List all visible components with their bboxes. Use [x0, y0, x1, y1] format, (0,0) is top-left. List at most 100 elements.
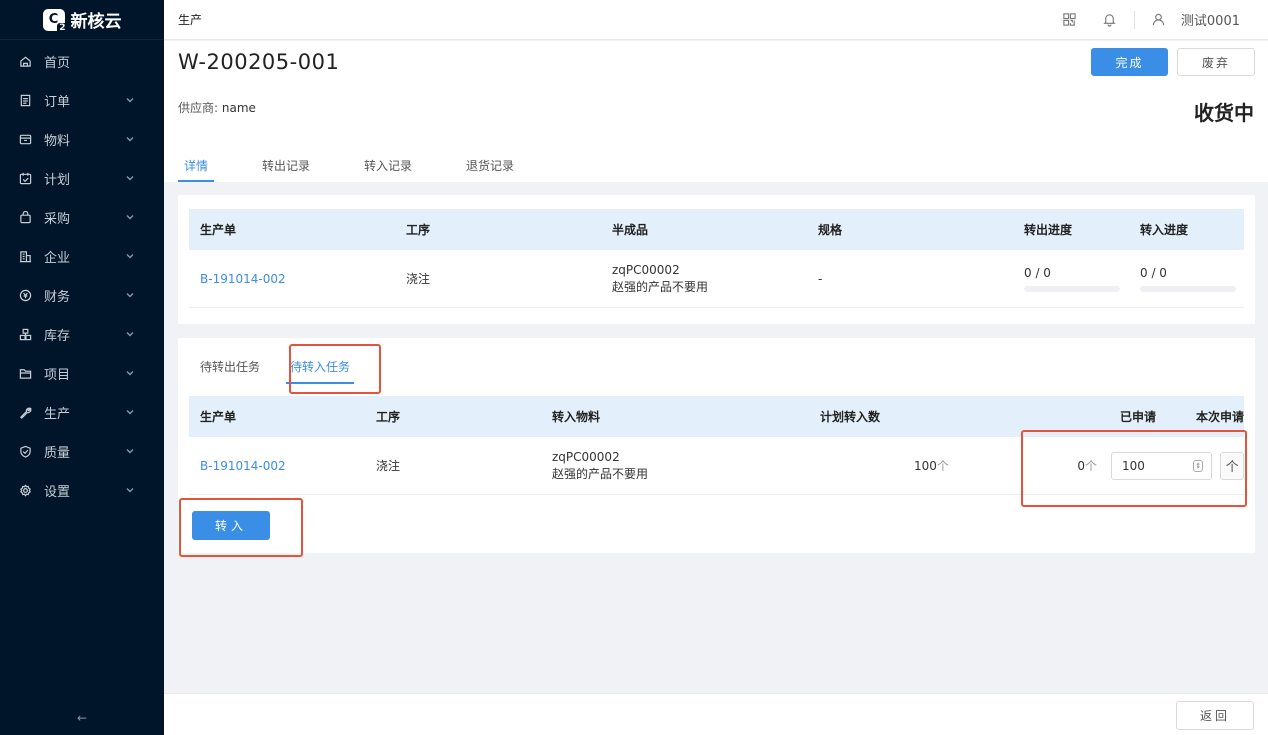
sidebar-item-order[interactable]: 订单 [0, 81, 164, 120]
order-icon [18, 94, 32, 108]
sidebar-item-label: 库存 [44, 329, 71, 344]
in-progress-cell: 0 / 0 [1129, 266, 1244, 292]
sidebar-item-label: 设置 [44, 485, 71, 500]
column-header: 转入物料 [552, 410, 601, 424]
product-name: 赵强的产品不要用 [612, 279, 709, 294]
column-header: 本次申请 [1195, 410, 1244, 424]
unit-addon: 个 [1220, 451, 1244, 480]
sidebar-item-quality[interactable]: 质量 [0, 432, 164, 471]
sidebar-item-settings[interactable]: 设置 [0, 471, 164, 510]
tab-return-records[interactable]: 退货记录 [460, 157, 520, 182]
sidebar-item-home[interactable]: 首页 [0, 42, 164, 81]
tab-transfer-out-records[interactable]: 转出记录 [256, 157, 316, 182]
sidebar-item-plan[interactable]: 计划 [0, 159, 164, 198]
user-icon[interactable] [1151, 12, 1167, 28]
sidebar-nav: 首页 订单 物料 计划 采购 企业 财务 库存 项目 生产 质量 设置 [0, 42, 164, 510]
sidebar-item-purchase[interactable]: 采购 [0, 198, 164, 237]
inventory-icon [18, 328, 32, 342]
detail-tabs: 详情 转出记录 转入记录 退货记录 [178, 157, 562, 182]
back-button[interactable]: 返回 [1176, 701, 1254, 730]
column-header: 生产单 [200, 223, 237, 237]
table-header: 生产单 工序 转入物料 计划转入数 已申请 本次申请 [189, 396, 1244, 437]
process-cell: 浇注 [406, 272, 431, 286]
bell-icon[interactable] [1102, 12, 1118, 28]
purchase-icon [18, 211, 32, 225]
column-header: 工序 [406, 223, 431, 237]
column-header: 生产单 [200, 410, 237, 424]
sidebar-item-project[interactable]: 项目 [0, 354, 164, 393]
document-header: W-200205-001 完成 废弃 供应商: name 收货中 详情 转出记录… [164, 41, 1268, 182]
column-header: 规格 [818, 223, 843, 237]
quality-icon [18, 445, 32, 459]
out-progress-text: 0 / 0 [1024, 265, 1051, 280]
status-text: 收货中 [1194, 101, 1254, 125]
column-header: 半成品 [612, 223, 649, 237]
sidebar-item-label: 财务 [44, 290, 71, 305]
task-table: 生产单 工序 转入物料 计划转入数 已申请 本次申请 B-191014-002 … [189, 396, 1244, 495]
logo[interactable]: C2 新核云 [0, 0, 164, 40]
column-header: 转出进度 [1024, 223, 1073, 237]
production-icon [18, 406, 32, 420]
sidebar-item-production[interactable]: 生产 [0, 393, 164, 432]
home-icon [18, 55, 32, 69]
complete-button[interactable]: 完成 [1091, 48, 1168, 76]
stepper-icon[interactable]: ⇕ [1193, 459, 1204, 472]
sidebar-item-finance[interactable]: 财务 [0, 276, 164, 315]
chevron-down-icon [126, 444, 134, 459]
sidebar-item-label: 企业 [44, 251, 71, 266]
sidebar-item-label: 项目 [44, 368, 71, 383]
sidebar-item-material[interactable]: 物料 [0, 120, 164, 159]
discard-button[interactable]: 废弃 [1177, 48, 1255, 76]
detail-card: 生产单 工序 半成品 规格 转出进度 转入进度 B-191014-002 浇注 … [178, 195, 1255, 324]
out-progress-cell: 0 / 0 [1013, 266, 1129, 292]
tab-transfer-in-records[interactable]: 转入记录 [358, 157, 418, 182]
apply-quantity-value: 100 [1122, 458, 1145, 473]
production-order-link[interactable]: B-191014-002 [189, 272, 395, 286]
chevron-down-icon [126, 288, 134, 303]
task-tabs: 待转出任务 待转入任务 [200, 358, 380, 384]
production-order-link[interactable]: B-191014-002 [189, 459, 365, 473]
supplier-label: 供应商: [178, 101, 219, 115]
applied-qty: 0 [1077, 459, 1085, 473]
settings-icon [18, 484, 32, 498]
column-header: 工序 [376, 410, 401, 424]
sidebar-item-inventory[interactable]: 库存 [0, 315, 164, 354]
collapse-arrow-icon: ← [76, 711, 88, 725]
sidebar-item-enterprise[interactable]: 企业 [0, 237, 164, 276]
tab-pending-in-tasks[interactable]: 待转入任务 [286, 358, 355, 384]
user-name[interactable]: 测试0001 [1181, 10, 1240, 29]
chevron-down-icon [126, 366, 134, 381]
chevron-down-icon [126, 249, 134, 264]
header-actions: 测试0001 [1050, 0, 1268, 40]
sidebar-item-label: 计划 [44, 173, 71, 188]
sidebar-item-label: 订单 [44, 95, 71, 110]
planned-unit: 个 [936, 459, 949, 473]
spec-cell: - [818, 271, 823, 286]
sidebar-item-label: 物料 [44, 134, 71, 149]
plan-icon [18, 172, 32, 186]
chevron-down-icon [126, 93, 134, 108]
semi-product-cell: zqPC00002 赵强的产品不要用 [601, 262, 807, 296]
logo-icon: C2 [42, 8, 68, 34]
chevron-down-icon [126, 171, 134, 186]
page-title: W-200205-001 [178, 50, 340, 74]
sidebar-item-label: 首页 [44, 56, 71, 71]
chevron-down-icon [126, 327, 134, 342]
task-card: 待转出任务 待转入任务 生产单 工序 转入物料 计划转入数 已申请 本次申请 B… [178, 338, 1255, 557]
logo-text: 新核云 [70, 12, 122, 32]
in-progress-text: 0 / 0 [1140, 265, 1167, 280]
transfer-material-cell: zqPC00002 赵强的产品不要用 [541, 449, 809, 483]
material-icon [18, 133, 32, 147]
supplier-value: name [221, 101, 256, 115]
table-row: B-191014-002 浇注 zqPC00002 赵强的产品不要用 - 0 /… [189, 250, 1244, 308]
tab-pending-out-tasks[interactable]: 待转出任务 [200, 358, 260, 384]
qrcode-icon[interactable] [1062, 12, 1078, 28]
sidebar-collapse-button[interactable]: ← [0, 711, 164, 725]
chevron-down-icon [126, 405, 134, 420]
column-header: 计划转入数 [820, 410, 881, 424]
sidebar-item-label: 质量 [44, 446, 71, 461]
transfer-in-button[interactable]: 转入 [192, 511, 270, 540]
apply-quantity-input[interactable]: 100 ⇕ [1111, 451, 1213, 480]
tab-details[interactable]: 详情 [178, 157, 215, 182]
project-icon [18, 367, 32, 381]
